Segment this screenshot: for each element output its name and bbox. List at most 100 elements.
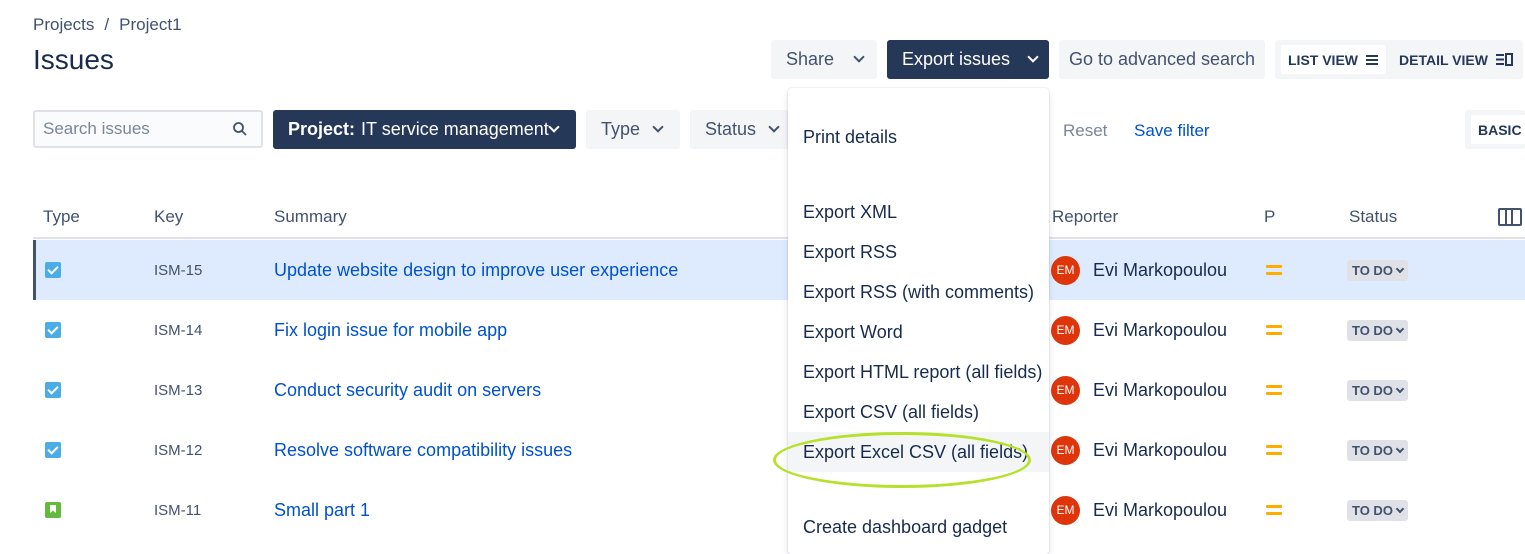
export-label: Export issues xyxy=(902,49,1011,69)
list-view-label: LIST VIEW xyxy=(1288,51,1358,68)
project-filter-value: IT service management xyxy=(361,119,549,139)
priority-medium-icon xyxy=(1266,385,1282,395)
menu-item-export-xml[interactable]: Export XML xyxy=(788,192,1049,232)
priority-medium-icon xyxy=(1266,505,1282,515)
reporter-name: Evi Markopoulou xyxy=(1093,379,1228,400)
column-header-status[interactable]: Status xyxy=(1349,207,1397,227)
status-label: TO DO xyxy=(1352,322,1393,338)
menu-item-export-rss-comments[interactable]: Export RSS (with comments) xyxy=(788,272,1049,312)
reporter-name: Evi Markopoulou xyxy=(1093,319,1228,340)
column-header-key[interactable]: Key xyxy=(154,207,183,227)
column-header-type[interactable]: Type xyxy=(43,207,80,227)
chevron-down-icon xyxy=(548,121,560,133)
reporter-name: Evi Markopoulou xyxy=(1093,259,1228,280)
type-filter-label: Type xyxy=(601,119,641,139)
menu-item-export-excel-csv[interactable]: Export Excel CSV (all fields) xyxy=(788,432,1049,472)
avatar: EM xyxy=(1051,495,1080,525)
issue-key[interactable]: ISM-13 xyxy=(154,382,202,399)
status-badge[interactable]: TO DO xyxy=(1347,439,1408,461)
table-header-divider xyxy=(33,237,1525,239)
issue-key[interactable]: ISM-14 xyxy=(154,322,202,339)
issue-key[interactable]: ISM-15 xyxy=(154,262,202,279)
issue-summary[interactable]: Small part 1 xyxy=(274,500,370,521)
columns-icon[interactable] xyxy=(1498,208,1522,226)
menu-item-create-dashboard-gadget[interactable]: Create dashboard gadget xyxy=(788,507,1049,547)
status-label: TO DO xyxy=(1352,262,1393,278)
chevron-down-icon xyxy=(853,51,865,63)
menu-item-export-html[interactable]: Export HTML report (all fields) xyxy=(788,352,1049,392)
chevron-down-icon xyxy=(1395,264,1405,273)
table-row[interactable]: ISM-14 Fix login issue for mobile app EM… xyxy=(33,300,1525,360)
chevron-down-icon xyxy=(1395,324,1405,333)
issue-summary[interactable]: Resolve software compatibility issues xyxy=(274,440,572,461)
detail-view-icon xyxy=(1495,53,1513,66)
avatar: EM xyxy=(1051,315,1080,345)
task-type-icon xyxy=(45,262,61,278)
search-issues-box xyxy=(33,110,263,148)
basic-toggle: BASIC xyxy=(1465,110,1525,149)
reporter-name: Evi Markopoulou xyxy=(1093,439,1228,460)
menu-item-export-rss[interactable]: Export RSS xyxy=(788,232,1049,272)
chevron-down-icon xyxy=(1395,444,1405,453)
breadcrumb: Projects / Project1 xyxy=(33,15,182,35)
project-filter-label: Project: xyxy=(288,119,356,139)
table-row[interactable]: ISM-11 Small part 1 EM Evi Markopoulou T… xyxy=(33,480,1525,540)
detail-view-label: DETAIL VIEW xyxy=(1399,51,1488,68)
priority-medium-icon xyxy=(1266,325,1282,335)
status-badge[interactable]: TO DO xyxy=(1347,319,1408,341)
task-type-icon xyxy=(45,322,61,338)
status-filter-button[interactable]: Status xyxy=(690,110,790,149)
status-label: TO DO xyxy=(1352,442,1393,458)
column-header-priority[interactable]: P xyxy=(1264,207,1275,227)
issue-key[interactable]: ISM-12 xyxy=(154,442,202,459)
share-button[interactable]: Share xyxy=(771,40,877,79)
breadcrumb-projects[interactable]: Projects xyxy=(33,15,94,35)
status-badge[interactable]: TO DO xyxy=(1347,499,1408,521)
priority-medium-icon xyxy=(1266,445,1282,455)
save-filter-button[interactable]: Save filter xyxy=(1134,121,1210,141)
chevron-down-icon xyxy=(652,121,664,133)
chevron-down-icon xyxy=(1395,384,1405,393)
view-toggle: LIST VIEW DETAIL VIEW xyxy=(1275,40,1523,79)
status-filter-label: Status xyxy=(705,119,757,139)
task-type-icon xyxy=(45,442,61,458)
basic-button[interactable]: BASIC xyxy=(1471,115,1525,144)
advanced-search-button[interactable]: Go to advanced search xyxy=(1059,40,1265,79)
issue-summary[interactable]: Conduct security audit on servers xyxy=(274,380,541,401)
search-icon xyxy=(233,122,247,136)
page-title: Issues xyxy=(33,44,114,75)
detail-view-button[interactable]: DETAIL VIEW xyxy=(1399,45,1517,74)
menu-item-print-details[interactable]: Print details xyxy=(788,117,1049,157)
avatar: EM xyxy=(1051,375,1080,405)
chevron-down-icon xyxy=(1027,51,1039,63)
column-header-reporter[interactable]: Reporter xyxy=(1052,207,1118,227)
avatar: EM xyxy=(1051,255,1080,285)
status-badge[interactable]: TO DO xyxy=(1347,379,1408,401)
export-issues-menu: Print details Export XML Export RSS Expo… xyxy=(788,88,1049,554)
menu-item-export-word[interactable]: Export Word xyxy=(788,312,1049,352)
list-icon xyxy=(1366,54,1378,65)
table-row[interactable]: ISM-12 Resolve software compatibility is… xyxy=(33,420,1525,480)
table-row[interactable]: ISM-13 Conduct security audit on servers… xyxy=(33,360,1525,420)
status-badge[interactable]: TO DO xyxy=(1347,259,1408,281)
priority-medium-icon xyxy=(1266,265,1282,275)
chevron-down-icon xyxy=(768,121,780,133)
table-row[interactable]: ISM-15 Update website design to improve … xyxy=(33,240,1525,300)
issue-key[interactable]: ISM-11 xyxy=(154,502,201,519)
task-type-icon xyxy=(45,382,61,398)
list-view-button[interactable]: LIST VIEW xyxy=(1281,45,1386,74)
project-filter-button[interactable]: Project: IT service management xyxy=(273,110,576,149)
export-issues-button[interactable]: Export issues xyxy=(887,40,1049,79)
menu-item-export-csv[interactable]: Export CSV (all fields) xyxy=(788,392,1049,432)
column-header-summary[interactable]: Summary xyxy=(274,207,347,227)
advanced-search-label: Go to advanced search xyxy=(1068,49,1256,69)
share-label: Share xyxy=(786,49,835,69)
search-input[interactable] xyxy=(35,112,215,146)
status-label: TO DO xyxy=(1352,382,1393,398)
breadcrumb-project1[interactable]: Project1 xyxy=(119,15,181,35)
issue-summary[interactable]: Update website design to improve user ex… xyxy=(274,260,678,281)
type-filter-button[interactable]: Type xyxy=(586,110,680,149)
issue-summary[interactable]: Fix login issue for mobile app xyxy=(274,320,507,341)
reset-button[interactable]: Reset xyxy=(1063,121,1107,141)
avatar: EM xyxy=(1051,435,1080,465)
